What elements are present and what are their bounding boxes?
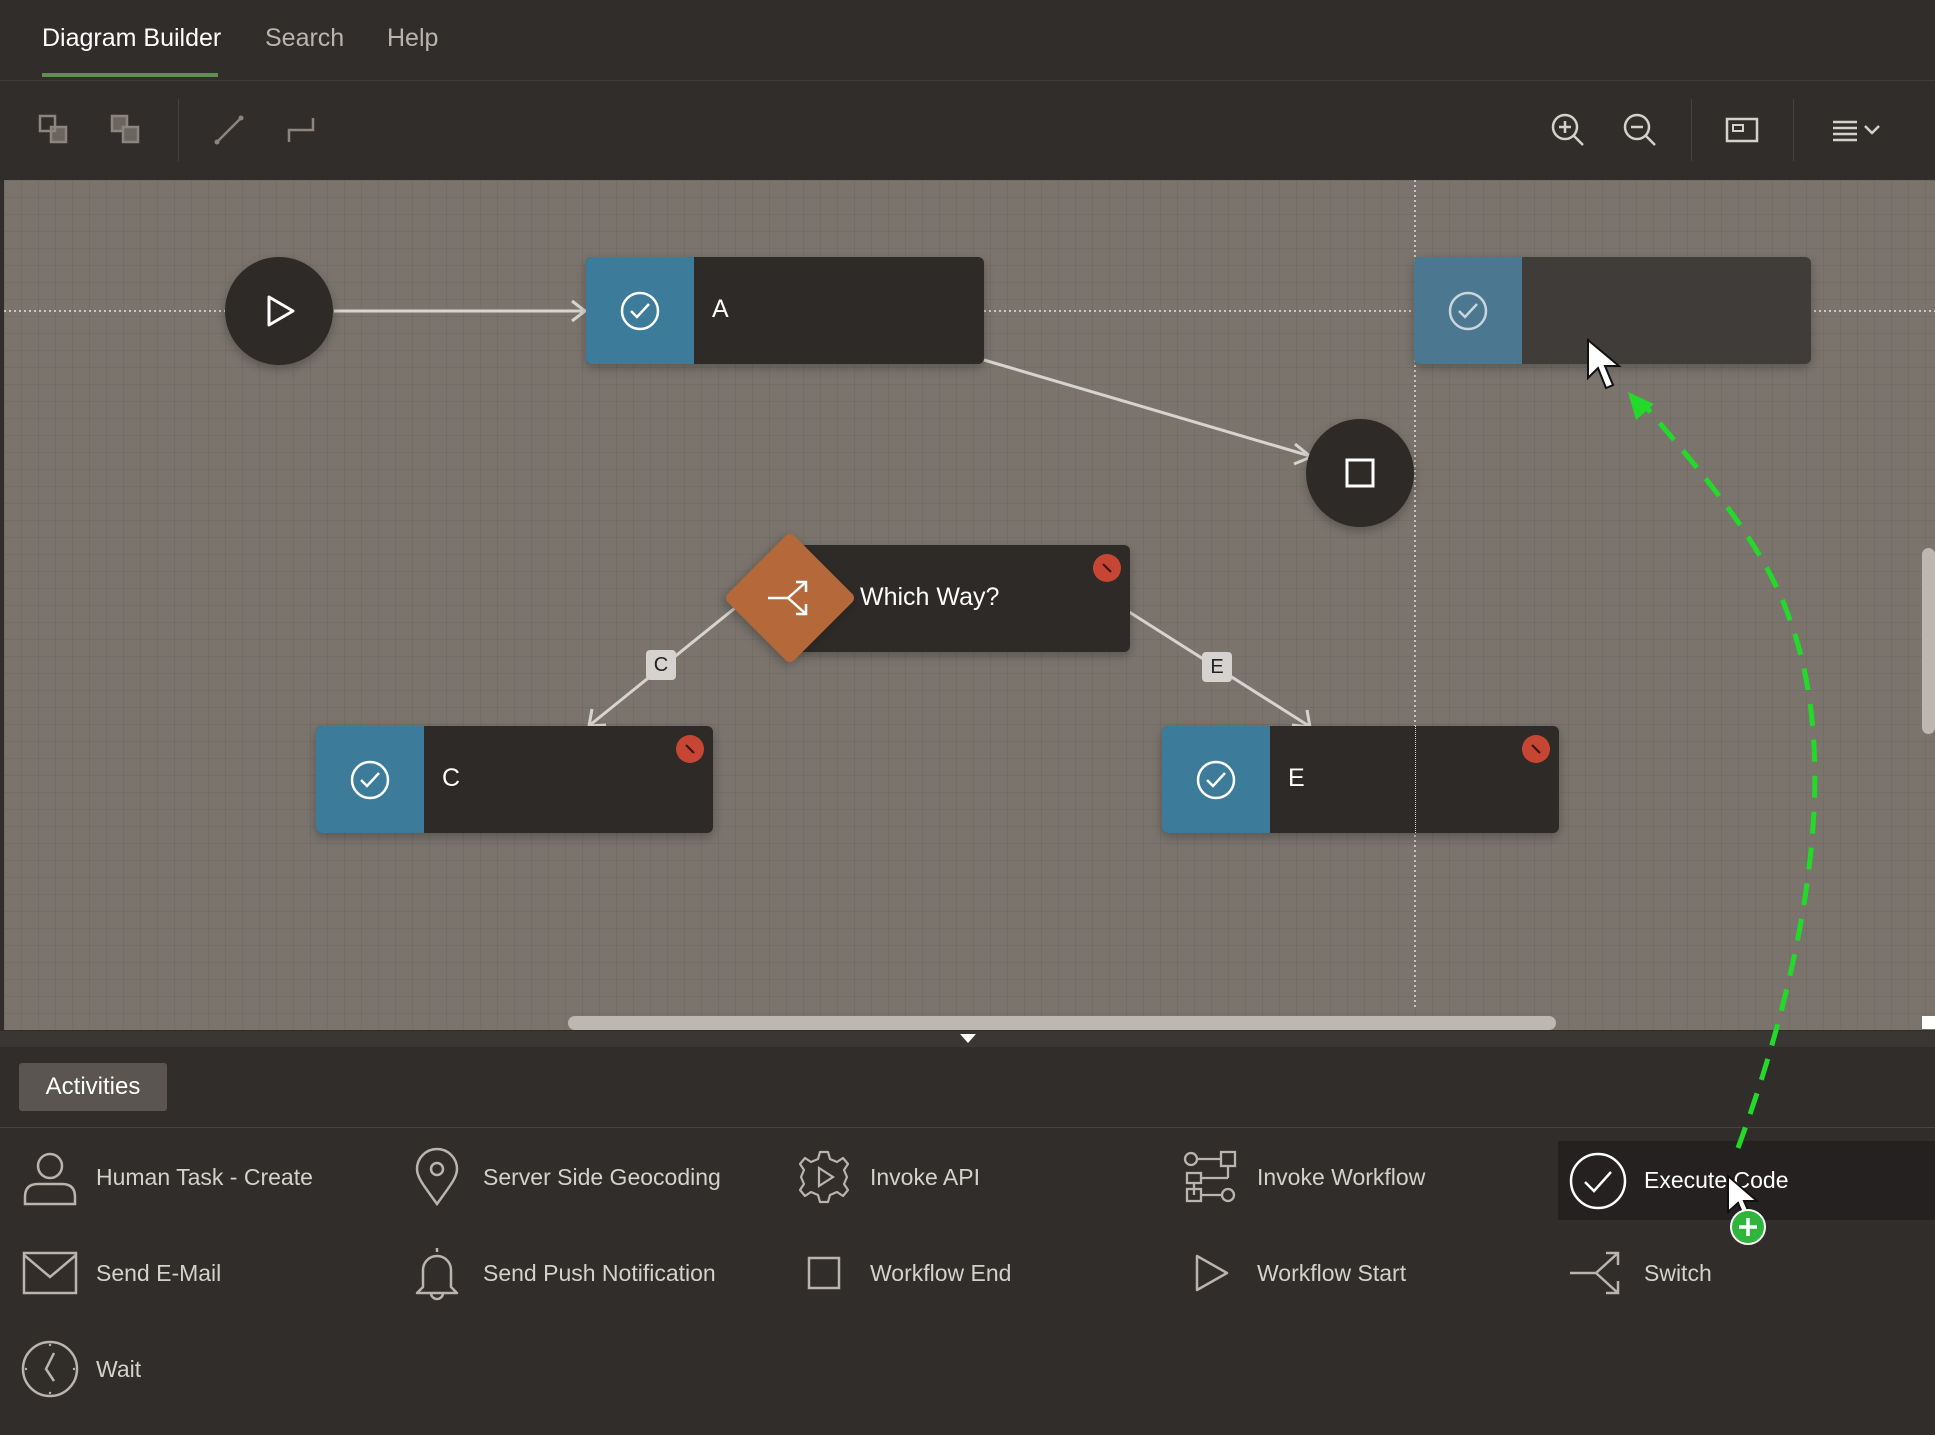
activity-node-label: E [1288, 764, 1305, 792]
error-badge[interactable] [1093, 554, 1121, 582]
activities-palette [0, 1031, 1935, 1435]
envelope-icon [22, 1251, 78, 1295]
connector-label-e[interactable]: E [1202, 652, 1232, 682]
fit-to-screen-button[interactable] [1714, 102, 1770, 158]
palette-item-label: Human Task - Create [96, 1163, 313, 1190]
elbow-line-icon [287, 118, 315, 142]
clock-icon [21, 1340, 79, 1398]
palette-item-label: Switch [1644, 1259, 1712, 1286]
vertical-alignment-guide-overlay [1415, 726, 1416, 833]
palette-item-wait[interactable]: Wait [18, 1337, 141, 1401]
toolbar-separator [178, 99, 179, 161]
palette-item-workflow-end[interactable]: Workflow End [792, 1241, 1011, 1305]
tab-search[interactable]: Search [265, 24, 344, 53]
send-to-back-icon [110, 114, 140, 144]
play-icon [1195, 1254, 1229, 1292]
connector-label-c[interactable]: C [646, 650, 676, 680]
switch-node-label: Which Way? [860, 583, 1000, 611]
activity-node-label: C [442, 764, 461, 792]
play-icon [267, 295, 295, 327]
person-icon [23, 1152, 77, 1206]
scrollbar-corner [1922, 1016, 1935, 1029]
activity-node-label: A [712, 295, 729, 323]
toolbar-separator [1691, 99, 1692, 161]
switch-icon [768, 580, 808, 616]
active-tab-indicator [42, 73, 218, 77]
error-icon [1102, 563, 1112, 573]
palette-item-label: Wait [96, 1355, 142, 1382]
elbow-line-button[interactable] [273, 102, 329, 158]
palette-item-send-push-notification[interactable]: Send Push Notification [405, 1241, 716, 1305]
send-to-back-button[interactable] [98, 102, 154, 158]
palette-item-switch[interactable]: Switch [1566, 1241, 1712, 1305]
activity-node-c[interactable]: C [316, 726, 713, 833]
workflow-start-node[interactable] [225, 257, 333, 365]
square-icon [1345, 458, 1375, 488]
toolbar-separator [1793, 99, 1794, 161]
canvas-vertical-scrollbar[interactable] [1922, 548, 1935, 734]
error-badge[interactable] [676, 735, 704, 763]
bring-to-front-button[interactable] [26, 102, 82, 158]
activity-node-icon-panel [316, 726, 424, 833]
switch-icon [1570, 1251, 1620, 1295]
palette-item-server-side-geocoding[interactable]: Server Side Geocoding [405, 1145, 721, 1209]
error-icon [1531, 744, 1541, 754]
check-circle-icon [620, 291, 660, 330]
palette-item-invoke-api[interactable]: Invoke API [792, 1145, 980, 1209]
error-icon [685, 744, 695, 754]
activity-node-icon-panel [1162, 726, 1270, 833]
check-circle-icon [1448, 291, 1488, 330]
activity-node-drop-preview[interactable] [1414, 257, 1811, 364]
activity-node-a[interactable]: A [586, 257, 984, 364]
palette-item-label: Invoke Workflow [1257, 1163, 1426, 1190]
menu-dropdown-button[interactable] [1822, 102, 1892, 158]
error-badge[interactable] [1522, 735, 1550, 763]
bring-to-front-icon [38, 114, 68, 144]
zoom-out-icon [1623, 113, 1656, 146]
workflow-icon [1183, 1150, 1237, 1203]
activity-node-icon-panel [1414, 257, 1522, 364]
straight-line-icon [214, 115, 244, 145]
zoom-out-button[interactable] [1612, 102, 1668, 158]
palette-item-label: Send E-Mail [96, 1259, 222, 1286]
palette-item-label: Invoke API [870, 1163, 980, 1190]
zoom-in-button[interactable] [1540, 102, 1596, 158]
activity-node-icon-panel [586, 257, 694, 364]
activity-node-e[interactable]: E [1162, 726, 1559, 833]
check-circle-icon [350, 760, 390, 799]
palette-item-label: Execute Code [1644, 1167, 1789, 1193]
diagram-toolbar [0, 81, 1935, 179]
straight-line-button[interactable] [201, 102, 257, 158]
bell-icon [415, 1248, 459, 1301]
zoom-in-icon [1551, 113, 1584, 146]
collapse-palette-arrow-icon[interactable] [960, 1034, 976, 1043]
top-tab-bar: Diagram Builder Search Help [0, 0, 1935, 81]
diagram-canvas[interactable]: A Which Way? C E C E [4, 180, 1935, 1030]
fit-to-screen-icon [1725, 117, 1759, 143]
palette-divider [0, 1127, 1935, 1128]
canvas-horizontal-scrollbar[interactable] [568, 1016, 1556, 1030]
map-pin-icon [415, 1147, 459, 1207]
connector-a-to-end[interactable] [983, 358, 1311, 458]
tab-help[interactable]: Help [387, 24, 438, 53]
palette-item-invoke-workflow[interactable]: Invoke Workflow [1179, 1145, 1425, 1209]
activities-tab[interactable]: Activities [19, 1063, 167, 1111]
palette-item-label: Workflow End [870, 1259, 1012, 1286]
palette-item-label: Send Push Notification [483, 1259, 716, 1286]
tab-diagram-builder[interactable]: Diagram Builder [42, 24, 221, 53]
check-circle-icon [1569, 1152, 1627, 1209]
square-icon [807, 1256, 841, 1290]
palette-item-human-task-create[interactable]: Human Task - Create [18, 1145, 313, 1209]
palette-item-send-email[interactable]: Send E-Mail [18, 1241, 221, 1305]
gear-icon [798, 1150, 850, 1204]
check-circle-icon [1196, 760, 1236, 799]
palette-item-label: Server Side Geocoding [483, 1163, 721, 1190]
menu-icon [1833, 120, 1880, 142]
workflow-end-node[interactable] [1306, 419, 1414, 527]
palette-item-workflow-start[interactable]: Workflow Start [1179, 1241, 1406, 1305]
palette-item-execute-code[interactable]: Execute Code [1558, 1141, 1935, 1220]
palette-item-label: Workflow Start [1257, 1259, 1407, 1286]
